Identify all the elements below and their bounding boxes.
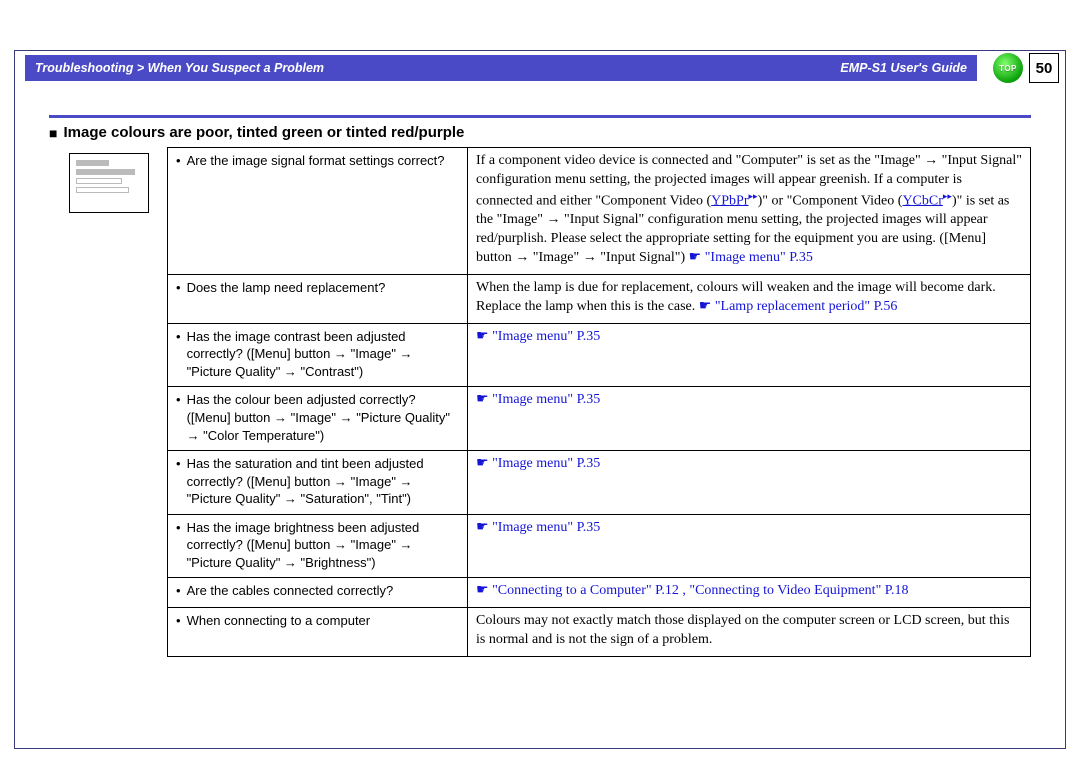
table-row: •Does the lamp need replacement? When th… bbox=[168, 275, 1031, 324]
cross-ref-link[interactable]: "Image menu" P.35 bbox=[476, 456, 600, 471]
question-text: Has the saturation and tint been adjuste… bbox=[187, 455, 459, 508]
table-row: •Has the saturation and tint been adjust… bbox=[168, 451, 1031, 515]
answer-cell: "Image menu" P.35 bbox=[468, 514, 1031, 578]
answer-cell: "Connecting to a Computer" P.12 , "Conne… bbox=[468, 578, 1031, 608]
question-cell: •Has the saturation and tint been adjust… bbox=[168, 451, 468, 515]
question-cell: •Are the image signal format settings co… bbox=[168, 148, 468, 275]
top-right-controls: TOP 50 bbox=[993, 53, 1059, 83]
answer-cell: "Image menu" P.35 bbox=[468, 323, 1031, 387]
table-row: •Has the image brightness been adjusted … bbox=[168, 514, 1031, 578]
table-row: •Has the image contrast been adjusted co… bbox=[168, 323, 1031, 387]
accent-line bbox=[49, 115, 1031, 118]
cross-ref-link[interactable]: "Image menu" P.35 bbox=[476, 520, 600, 535]
question-text: Has the colour been adjusted correctly? … bbox=[187, 391, 459, 444]
top-icon-label: TOP bbox=[999, 64, 1017, 73]
question-text: Are the cables connected correctly? bbox=[187, 582, 394, 600]
cross-ref-link[interactable]: "Image menu" P.35 bbox=[476, 329, 600, 344]
thumbnail-icon bbox=[69, 153, 149, 213]
cross-ref-link[interactable]: "Connecting to a Computer" P.12 , "Conne… bbox=[476, 583, 909, 598]
answer-cell: If a component video device is connected… bbox=[468, 148, 1031, 275]
section-title-text: Image colours are poor, tinted green or … bbox=[63, 124, 464, 141]
section-title: Image colours are poor, tinted green or … bbox=[49, 124, 1031, 141]
cross-ref-link[interactable]: "Image menu" P.35 bbox=[476, 392, 600, 407]
question-text: Does the lamp need replacement? bbox=[187, 279, 386, 297]
header-bar: Troubleshooting > When You Suspect a Pro… bbox=[25, 55, 977, 81]
question-cell: •Has the image brightness been adjusted … bbox=[168, 514, 468, 578]
page-number-box: 50 bbox=[1029, 53, 1059, 83]
answer-cell: When the lamp is due for replacement, co… bbox=[468, 275, 1031, 324]
question-cell: •Does the lamp need replacement? bbox=[168, 275, 468, 324]
top-icon[interactable]: TOP bbox=[993, 53, 1023, 83]
breadcrumb: Troubleshooting > When You Suspect a Pro… bbox=[35, 61, 324, 75]
table-row: •When connecting to a computer Colours m… bbox=[168, 608, 1031, 657]
question-text: Has the image contrast been adjusted cor… bbox=[187, 328, 459, 381]
glossary-link-ypbpr[interactable]: YPbPr bbox=[711, 193, 748, 208]
question-cell: •Has the colour been adjusted correctly?… bbox=[168, 387, 468, 451]
table-row: •Has the colour been adjusted correctly?… bbox=[168, 387, 1031, 451]
page-number: 50 bbox=[1036, 60, 1053, 77]
answer-text: )" or "Component Video ( bbox=[758, 193, 903, 208]
glossary-link-ycbcr[interactable]: YCbCr bbox=[902, 193, 942, 208]
question-text: Has the image brightness been adjusted c… bbox=[187, 519, 459, 572]
question-cell: •When connecting to a computer bbox=[168, 608, 468, 657]
page-frame: Troubleshooting > When You Suspect a Pro… bbox=[14, 50, 1066, 749]
cross-ref-link[interactable]: "Image menu" P.35 bbox=[689, 250, 813, 265]
question-text: Are the image signal format settings cor… bbox=[187, 152, 445, 170]
question-cell: •Are the cables connected correctly? bbox=[168, 578, 468, 608]
table-row: •Are the cables connected correctly? "Co… bbox=[168, 578, 1031, 608]
troubleshooting-table: •Are the image signal format settings co… bbox=[167, 147, 1031, 657]
cross-ref-link[interactable]: "Lamp replacement period" P.56 bbox=[699, 299, 898, 314]
question-text: When connecting to a computer bbox=[187, 612, 371, 630]
guide-title: EMP-S1 User's Guide bbox=[840, 61, 967, 75]
answer-text: Colours may not exactly match those disp… bbox=[476, 613, 1009, 647]
answer-cell: "Image menu" P.35 bbox=[468, 387, 1031, 451]
glossary-icon[interactable]: ▸▸ bbox=[749, 191, 758, 201]
glossary-icon[interactable]: ▸▸ bbox=[943, 191, 952, 201]
main-row: •Are the image signal format settings co… bbox=[49, 147, 1031, 657]
question-cell: •Has the image contrast been adjusted co… bbox=[168, 323, 468, 387]
content-area: Image colours are poor, tinted green or … bbox=[25, 81, 1055, 657]
answer-cell: "Image menu" P.35 bbox=[468, 451, 1031, 515]
answer-cell: Colours may not exactly match those disp… bbox=[468, 608, 1031, 657]
table-row: •Are the image signal format settings co… bbox=[168, 148, 1031, 275]
